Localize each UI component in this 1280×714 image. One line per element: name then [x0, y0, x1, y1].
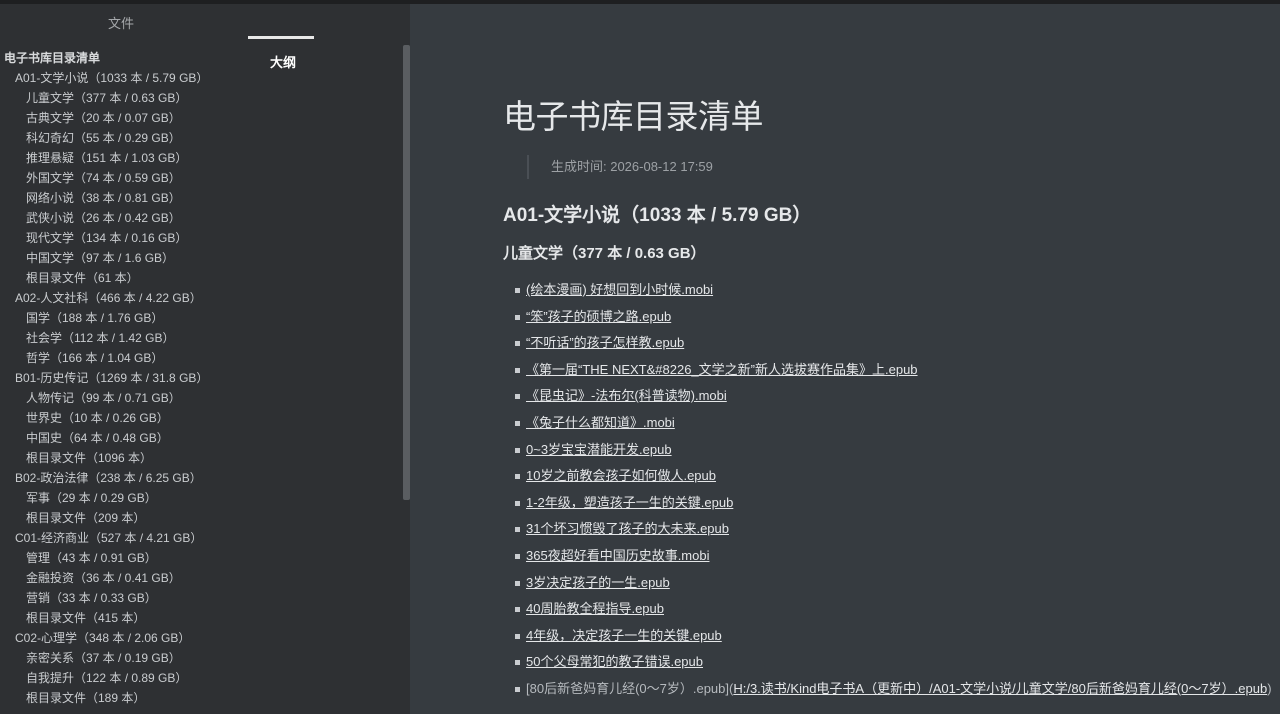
outline-item[interactable]: 科幻奇幻（55 本 / 0.29 GB）: [0, 128, 402, 148]
outline-item[interactable]: 自我提升（122 本 / 0.89 GB）: [0, 668, 402, 688]
file-link[interactable]: (绘本漫画) 好想回到小时候.mobi: [526, 282, 713, 297]
file-link[interactable]: 4年级，决定孩子一生的关键.epub: [526, 628, 722, 643]
outline-item[interactable]: 社会学（112 本 / 1.42 GB）: [0, 328, 402, 348]
outline-item[interactable]: 古典文学（20 本 / 0.07 GB）: [0, 108, 402, 128]
file-link[interactable]: “不听话”的孩子怎样教.epub: [526, 335, 684, 350]
list-item: 0~3岁宝宝潜能开发.epub: [513, 440, 1272, 467]
list-item: 50个父母常犯的教子错误.epub: [513, 652, 1272, 679]
outline-item[interactable]: 根目录文件（209 本）: [0, 508, 402, 528]
outline-item[interactable]: 国学（188 本 / 1.76 GB）: [0, 308, 402, 328]
outline-item[interactable]: 电子书库目录清单: [0, 48, 402, 68]
outline-item[interactable]: 根目录文件（189 本）: [0, 688, 402, 708]
outline-item[interactable]: 金融投资（36 本 / 0.41 GB）: [0, 568, 402, 588]
outline-item[interactable]: 营销（33 本 / 0.33 GB）: [0, 588, 402, 608]
file-link[interactable]: 《第一届“THE NEXT&#8226_文学之新”新人选拔赛作品集》上.epub: [526, 362, 918, 377]
list-item: (绘本漫画) 好想回到小时候.mobi: [513, 280, 1272, 307]
outline-item[interactable]: 现代文学（134 本 / 0.16 GB）: [0, 228, 402, 248]
list-item: 10岁之前教会孩子如何做人.epub: [513, 466, 1272, 493]
outline-item[interactable]: 根目录文件（61 本）: [0, 268, 402, 288]
link-prefix-text: [80后新爸妈育儿经(0～7岁）.epub](: [526, 680, 734, 696]
outline-item[interactable]: B02-政治法律（238 本 / 6.25 GB）: [0, 468, 402, 488]
file-link[interactable]: 10岁之前教会孩子如何做人.epub: [526, 468, 716, 483]
sidebar-tabs: 文件 大纲: [0, 4, 410, 70]
outline-item[interactable]: 根目录文件（415 本）: [0, 608, 402, 628]
outline-item[interactable]: 中国文学（97 本 / 1.6 GB）: [0, 248, 402, 268]
outline-item[interactable]: C02-心理学（348 本 / 2.06 GB）: [0, 628, 402, 648]
file-list: (绘本漫画) 好想回到小时候.mobi “笨”孩子的硕博之路.epub “不听话”的…: [513, 280, 1272, 706]
file-link[interactable]: 40周胎教全程指导.epub: [526, 601, 664, 616]
list-item: 3岁决定孩子的一生.epub: [513, 573, 1272, 600]
outline-item[interactable]: 网络小说（38 本 / 0.81 GB）: [0, 188, 402, 208]
list-item: 《第一届“THE NEXT&#8226_文学之新”新人选拔赛作品集》上.epub: [513, 360, 1272, 387]
outline-tree: 电子书库目录清单 A01-文学小说（1033 本 / 5.79 GB） 儿童文学（3…: [0, 48, 402, 708]
file-link[interactable]: H:/3.读书/Kind电子书A（更新中）/A01-文学小说/儿童文学/80后新…: [733, 681, 1267, 696]
list-item: “不听话”的孩子怎样教.epub: [513, 333, 1272, 360]
main-top-strip: [410, 0, 1280, 4]
document-view: 电子书库目录清单 生成时间: 2026-08-12 17:59 A01-文学小说…: [410, 0, 1280, 714]
file-link[interactable]: 《昆虫记》-法布尔(科普读物).mobi: [526, 388, 727, 403]
outline-item[interactable]: 武侠小说（26 本 / 0.42 GB）: [0, 208, 402, 228]
tab-files[interactable]: 文件: [108, 13, 134, 32]
list-item: [80后新爸妈育儿经(0～7岁）.epub](H:/3.读书/Kind电子书A（…: [513, 679, 1272, 706]
file-link[interactable]: 《兔子什么都知道》.mobi: [526, 415, 675, 430]
list-item: 40周胎教全程指导.epub: [513, 599, 1272, 626]
file-link[interactable]: 3岁决定孩子的一生.epub: [526, 575, 670, 590]
outline-item[interactable]: 军事（29 本 / 0.29 GB）: [0, 488, 402, 508]
list-item: 《昆虫记》-法布尔(科普读物).mobi: [513, 386, 1272, 413]
file-link[interactable]: 31个坏习惯毁了孩子的大未来.epub: [526, 521, 729, 536]
outline-item[interactable]: 儿童文学（377 本 / 0.63 GB）: [0, 88, 402, 108]
generated-time-quote: 生成时间: 2026-08-12 17:59: [527, 155, 713, 179]
outline-item[interactable]: B01-历史传记（1269 本 / 31.8 GB）: [0, 368, 402, 388]
list-item: 1-2年级，塑造孩子一生的关键.epub: [513, 493, 1272, 520]
list-item: “笨”孩子的硕博之路.epub: [513, 307, 1272, 334]
outline-item[interactable]: 推理悬疑（151 本 / 1.03 GB）: [0, 148, 402, 168]
list-item: 4年级，决定孩子一生的关键.epub: [513, 626, 1272, 653]
file-link[interactable]: 0~3岁宝宝潜能开发.epub: [526, 442, 672, 457]
outline-item[interactable]: A01-文学小说（1033 本 / 5.79 GB）: [0, 68, 402, 88]
sidebar: 文件 大纲 电子书库目录清单 A01-文学小说（1033 本 / 5.79 GB）…: [0, 0, 410, 714]
outline-item[interactable]: C01-经济商业（527 本 / 4.21 GB）: [0, 528, 402, 548]
outline-item[interactable]: 中国史（64 本 / 0.48 GB）: [0, 428, 402, 448]
outline-item[interactable]: 管理（43 本 / 0.91 GB）: [0, 548, 402, 568]
page-title: 电子书库目录清单: [503, 98, 764, 135]
outline-item[interactable]: 人物传记（99 本 / 0.71 GB）: [0, 388, 402, 408]
file-link[interactable]: 50个父母常犯的教子错误.epub: [526, 654, 703, 669]
file-link[interactable]: 365夜超好看中国历史故事.mobi: [526, 548, 709, 563]
file-link[interactable]: “笨”孩子的硕博之路.epub: [526, 309, 671, 324]
outline-item[interactable]: 根目录文件（1096 本）: [0, 448, 402, 468]
list-item: 31个坏习惯毁了孩子的大未来.epub: [513, 519, 1272, 546]
subsection-heading: 儿童文学（377 本 / 0.63 GB）: [503, 245, 706, 262]
list-item: 《兔子什么都知道》.mobi: [513, 413, 1272, 440]
outline-item[interactable]: 哲学（166 本 / 1.04 GB）: [0, 348, 402, 368]
outline-item[interactable]: A02-人文社科（466 本 / 4.22 GB）: [0, 288, 402, 308]
outline-item[interactable]: 亲密关系（37 本 / 0.19 GB）: [0, 648, 402, 668]
sidebar-scrollbar[interactable]: [403, 45, 410, 500]
file-link[interactable]: 1-2年级，塑造孩子一生的关键.epub: [526, 495, 733, 510]
outline-item[interactable]: 外国文学（74 本 / 0.59 GB）: [0, 168, 402, 188]
section-heading: A01-文学小说（1033 本 / 5.79 GB）: [503, 205, 812, 226]
active-tab-indicator: [248, 36, 314, 39]
outline-item[interactable]: 世界史（10 本 / 0.26 GB）: [0, 408, 402, 428]
link-suffix-text: ): [1267, 680, 1272, 696]
list-item: 365夜超好看中国历史故事.mobi: [513, 546, 1272, 573]
